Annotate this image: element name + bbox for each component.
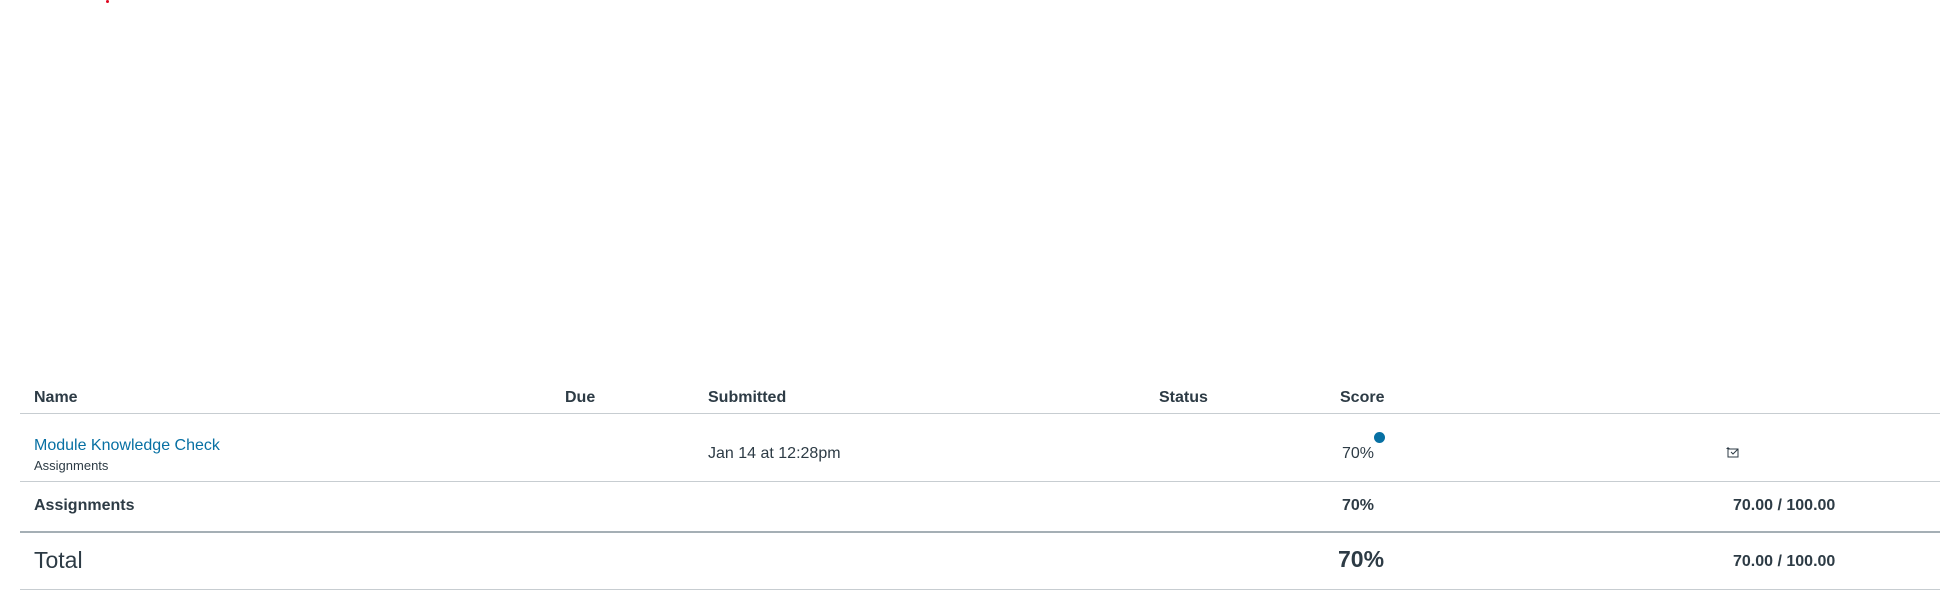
assignment-score[interactable]: 70% bbox=[1342, 445, 1374, 463]
table-header-row: Name Due Submitted Status Score bbox=[20, 380, 1940, 414]
total-points: 70.00 / 100.00 bbox=[1733, 553, 1836, 570]
what-if-score-icon[interactable] bbox=[1725, 444, 1741, 460]
assignment-group-label: Assignments bbox=[34, 458, 109, 473]
group-summary-points: 70.00 / 100.00 bbox=[1733, 497, 1836, 514]
total-label: Total bbox=[34, 547, 83, 573]
table-row: Module Knowledge Check Assignments Jan 1… bbox=[20, 414, 1940, 482]
column-header-name[interactable]: Name bbox=[34, 389, 78, 407]
column-header-due[interactable]: Due bbox=[565, 389, 595, 407]
total-score: 70% bbox=[1338, 546, 1385, 572]
total-row: Total 70% 70.00 / 100.00 bbox=[20, 533, 1940, 590]
unread-indicator-dot bbox=[1374, 432, 1385, 443]
submitted-date: Jan 14 at 12:28pm bbox=[708, 445, 841, 462]
assignment-link[interactable]: Module Knowledge Check bbox=[34, 437, 220, 455]
red-marker-dot bbox=[106, 0, 109, 3]
column-header-status[interactable]: Status bbox=[1159, 389, 1208, 407]
column-header-score[interactable]: Score bbox=[1340, 389, 1384, 407]
group-summary-score: 70% bbox=[1342, 497, 1375, 514]
grades-table: Name Due Submitted Status Score Module K… bbox=[20, 380, 1940, 590]
group-summary-name: Assignments bbox=[34, 497, 135, 514]
column-header-submitted[interactable]: Submitted bbox=[708, 389, 786, 407]
group-summary-row: Assignments 70% 70.00 / 100.00 bbox=[20, 482, 1940, 533]
